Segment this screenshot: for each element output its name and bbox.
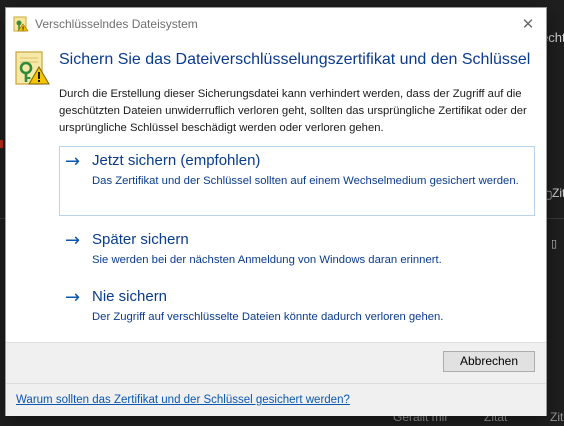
- arrow-right-icon: →: [65, 230, 81, 251]
- arrow-right-icon: →: [65, 151, 81, 172]
- background-marker: [0, 140, 3, 148]
- option-title: Jetzt sichern (empfohlen): [92, 152, 261, 169]
- option-description: Das Zertifikat und der Schlüssel sollten…: [92, 175, 519, 187]
- efs-backup-dialog: Verschlüsselndes Dateisystem ✕ Sichern S…: [5, 7, 547, 416]
- option-backup-later[interactable]: → Später sichern Sie werden bei der näch…: [59, 225, 535, 275]
- help-link[interactable]: Warum sollten das Zertifikat und der Sch…: [16, 394, 350, 406]
- dialog-heading: Sichern Sie das Dateiverschlüsselungszer…: [59, 51, 531, 68]
- option-description: Sie werden bei der nächsten Anmeldung vo…: [92, 254, 442, 266]
- certificate-key-icon: [13, 16, 29, 32]
- cancel-button[interactable]: Abbrechen: [443, 351, 535, 372]
- option-backup-now[interactable]: → Jetzt sichern (empfohlen) Das Zertifik…: [59, 146, 535, 216]
- dialog-description: Durch die Erstellung dieser Sicherungsda…: [59, 88, 527, 134]
- title-bar: Verschlüsselndes Dateisystem ✕: [6, 8, 546, 40]
- background-text: Zit: [552, 186, 564, 200]
- option-description: Der Zugriff auf verschlüsselte Dateien k…: [92, 311, 444, 323]
- option-title: Später sichern: [92, 231, 189, 248]
- background-bookmark-icon: ▯: [551, 237, 558, 250]
- option-title: Nie sichern: [92, 288, 168, 305]
- footer-divider: [6, 383, 546, 384]
- background-text: Zit: [550, 410, 564, 424]
- close-button[interactable]: ✕: [514, 12, 542, 36]
- window-title: Verschlüsselndes Dateisystem: [35, 17, 198, 31]
- certificate-warning-icon: [15, 51, 50, 85]
- arrow-right-icon: →: [65, 287, 81, 308]
- option-never-backup[interactable]: → Nie sichern Der Zugriff auf verschlüss…: [59, 282, 535, 332]
